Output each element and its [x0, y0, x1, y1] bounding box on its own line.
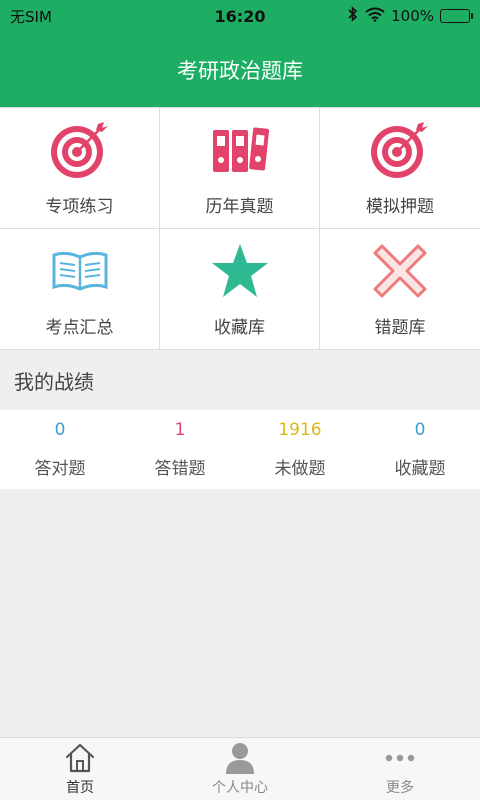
grid-item-special-practice[interactable]: 专项练习	[0, 108, 160, 229]
grid-item-mock-prediction[interactable]: 模拟押题	[320, 108, 480, 229]
grid-item-label: 专项练习	[45, 196, 114, 217]
carrier-label: 无SIM	[10, 7, 52, 26]
grid-item-label: 考点汇总	[45, 317, 114, 338]
bottom-tab-bar: 首页 个人中心 更多	[0, 737, 480, 800]
stat-label: 未做题	[274, 459, 326, 479]
grid-item-key-points[interactable]: 考点汇总	[0, 229, 160, 350]
grid-item-label: 错题库	[374, 317, 426, 338]
grid-item-label: 收藏库	[214, 317, 265, 338]
battery-icon	[440, 9, 473, 23]
record-section-title: 我的战绩	[0, 350, 480, 410]
battery-percent: 100%	[391, 7, 434, 25]
tab-more[interactable]: 更多	[320, 738, 480, 800]
stat-correct[interactable]: 0 答对题	[0, 410, 120, 489]
star-icon	[208, 241, 272, 301]
stat-value: 0	[54, 420, 66, 440]
stat-value: 1	[174, 420, 186, 440]
more-icon	[385, 742, 415, 774]
bluetooth-icon	[347, 6, 359, 26]
stat-value: 1916	[278, 420, 322, 440]
app-header: 考研政治题库	[0, 32, 480, 107]
tab-profile[interactable]: 个人中心	[160, 738, 320, 800]
tab-label: 个人中心	[212, 779, 268, 796]
book-icon	[48, 241, 112, 301]
person-icon	[225, 742, 255, 774]
cross-icon	[368, 241, 432, 301]
status-right: 100%	[347, 6, 473, 26]
tab-home[interactable]: 首页	[0, 738, 160, 800]
record-title: 我的战绩	[14, 369, 94, 394]
grid-item-label: 模拟押题	[366, 196, 434, 217]
tab-label: 更多	[386, 779, 414, 796]
grid-item-wrong-questions[interactable]: 错题库	[320, 229, 480, 350]
status-left: 无SIM	[10, 6, 52, 27]
home-icon	[64, 742, 96, 774]
target-icon	[48, 120, 112, 180]
grid-item-favorites[interactable]: 收藏库	[160, 229, 320, 350]
wifi-icon	[365, 7, 385, 26]
stat-value: 0	[414, 420, 426, 440]
stat-label: 答错题	[154, 459, 206, 479]
function-grid: 专项练习 历年真题 模拟押题 考点汇总 收藏库 错题库	[0, 107, 480, 350]
page-title: 考研政治题库	[177, 58, 303, 83]
stat-label: 收藏题	[394, 459, 446, 479]
stat-wrong[interactable]: 1 答错题	[120, 410, 240, 489]
grid-item-label: 历年真题	[205, 196, 274, 217]
stat-label: 答对题	[34, 459, 86, 479]
tab-label: 首页	[66, 779, 94, 796]
status-bar: 无SIM 16:20 100%	[0, 0, 480, 32]
grid-item-past-exams[interactable]: 历年真题	[160, 108, 320, 229]
target-icon	[368, 120, 432, 180]
stat-undone[interactable]: 1916 未做题	[240, 410, 360, 489]
binders-icon	[208, 120, 272, 180]
stat-favorited[interactable]: 0 收藏题	[360, 410, 480, 489]
record-stats: 0 答对题 1 答错题 1916 未做题 0 收藏题	[0, 410, 480, 489]
